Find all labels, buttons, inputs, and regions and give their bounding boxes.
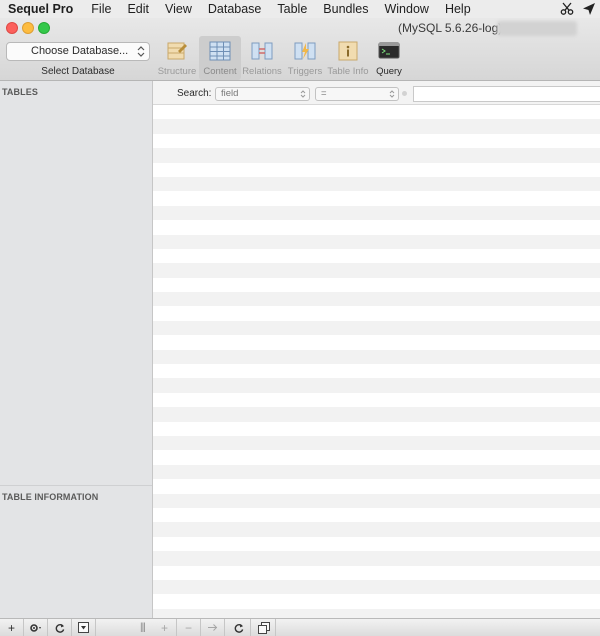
up-down-chevron-icon	[389, 89, 395, 103]
content-table[interactable]	[153, 105, 600, 618]
table-row[interactable]	[153, 335, 600, 350]
table-row[interactable]	[153, 450, 600, 465]
table-row[interactable]	[153, 320, 600, 336]
scissors-icon[interactable]	[560, 2, 574, 16]
duplicate-row-icon[interactable]	[201, 619, 225, 636]
resize-grip-icon[interactable]: |||	[140, 622, 146, 633]
menu-bar: Sequel Pro File Edit View Database Table…	[0, 0, 600, 19]
refresh-content-icon[interactable]	[227, 619, 251, 636]
table-row[interactable]	[153, 435, 600, 451]
triggers-icon	[294, 41, 316, 61]
query-label: Query	[376, 66, 402, 77]
table-row[interactable]	[153, 119, 600, 134]
field-select[interactable]: field	[215, 87, 310, 101]
separator-dot	[402, 91, 407, 96]
table-row[interactable]	[153, 378, 600, 393]
query-tab-button[interactable]: Query	[368, 36, 410, 80]
menu-view[interactable]: View	[157, 0, 200, 18]
content-table-icon	[209, 41, 231, 61]
operator-select[interactable]: =	[315, 87, 399, 101]
close-window-button[interactable]	[6, 22, 18, 34]
menu-edit[interactable]: Edit	[119, 0, 157, 18]
remove-row-button[interactable]: −	[177, 619, 201, 636]
up-down-chevron-icon	[300, 89, 306, 103]
search-value-input[interactable]	[413, 86, 600, 102]
bottom-bar: + ||| + −	[0, 618, 600, 636]
up-down-chevron-icon	[137, 45, 145, 64]
table-row[interactable]	[153, 594, 600, 609]
window-toolbar: (MySQL 5.6.26-log) Choose Database... Se…	[0, 18, 600, 81]
table-row[interactable]	[153, 464, 600, 480]
minimize-window-button[interactable]	[22, 22, 34, 34]
menu-database[interactable]: Database	[200, 0, 270, 18]
terminal-icon	[378, 41, 400, 61]
table-row[interactable]	[153, 292, 600, 307]
table-row[interactable]	[153, 579, 600, 595]
menu-window[interactable]: Window	[376, 0, 436, 18]
table-row[interactable]	[153, 407, 600, 422]
table-row[interactable]	[153, 234, 600, 249]
zoom-window-button[interactable]	[38, 22, 50, 34]
add-table-button[interactable]: +	[0, 619, 24, 636]
choose-database-value: Choose Database...	[31, 45, 129, 57]
table-info-icon	[337, 41, 359, 61]
menu-help[interactable]: Help	[437, 0, 479, 18]
filter-bar: Search: field =	[153, 81, 600, 105]
table-row[interactable]	[153, 162, 600, 177]
choose-database-select[interactable]: Choose Database...	[6, 42, 150, 61]
table-row[interactable]	[153, 493, 600, 508]
table-row[interactable]	[153, 608, 600, 618]
menu-table[interactable]: Table	[269, 0, 315, 18]
menu-file[interactable]: File	[83, 0, 119, 18]
table-row[interactable]	[153, 248, 600, 264]
send-plane-icon[interactable]	[582, 2, 596, 16]
table-row[interactable]	[153, 148, 600, 163]
table-row[interactable]	[153, 306, 600, 321]
table-row[interactable]	[153, 536, 600, 552]
relations-tab-button[interactable]: Relations	[241, 36, 283, 80]
table-row[interactable]	[153, 551, 600, 566]
table-row[interactable]	[153, 364, 600, 379]
table-row[interactable]	[153, 522, 600, 537]
table-row[interactable]	[153, 421, 600, 436]
structure-tab-button[interactable]: Structure	[156, 36, 198, 80]
table-row[interactable]	[153, 392, 600, 408]
table-row[interactable]	[153, 507, 600, 523]
table-row[interactable]	[153, 277, 600, 293]
operator-select-value: =	[321, 88, 327, 99]
triggers-tab-button[interactable]: Triggers	[284, 36, 326, 80]
table-row[interactable]	[153, 479, 600, 494]
tables-sidebar: TABLES TABLE INFORMATION	[0, 81, 153, 618]
table-row[interactable]	[153, 349, 600, 365]
table-information-header: TABLE INFORMATION	[2, 492, 99, 502]
content-pane: Search: field =	[153, 81, 600, 618]
table-row[interactable]	[153, 176, 600, 192]
menu-app-name[interactable]: Sequel Pro	[0, 0, 83, 18]
gear-icon[interactable]	[24, 619, 48, 636]
table-row[interactable]	[153, 105, 600, 120]
table-row[interactable]	[153, 205, 600, 221]
structure-icon	[166, 41, 188, 61]
redacted-host	[497, 21, 577, 36]
table-row[interactable]	[153, 191, 600, 206]
field-select-value: field	[221, 88, 239, 99]
add-row-button[interactable]: +	[153, 619, 177, 636]
select-database-caption: Select Database	[41, 66, 115, 77]
window-title: (MySQL 5.6.26-log)	[398, 21, 503, 35]
refresh-tables-icon[interactable]	[48, 619, 72, 636]
table-row[interactable]	[153, 263, 600, 278]
table-row[interactable]	[153, 133, 600, 149]
sidebar-split-divider[interactable]	[0, 485, 152, 486]
filter-tables-icon[interactable]	[72, 619, 96, 636]
relations-icon	[251, 41, 273, 61]
search-label: Search:	[177, 88, 212, 99]
table-row[interactable]	[153, 565, 600, 580]
table-row[interactable]	[153, 220, 600, 235]
menu-bundles[interactable]: Bundles	[315, 0, 376, 18]
tables-header: TABLES	[2, 87, 38, 97]
copy-rows-icon[interactable]	[252, 619, 276, 636]
